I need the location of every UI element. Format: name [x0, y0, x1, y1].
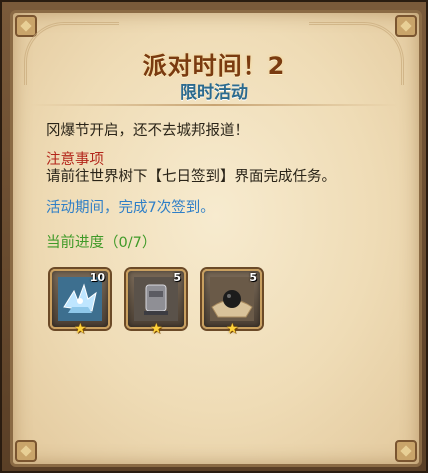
corner-ornament-icon [395, 15, 417, 37]
corner-ornament-icon [15, 15, 37, 37]
event-period-text: 活动期间，完成7次签到。 [46, 200, 215, 216]
black-orb-icon [210, 277, 254, 321]
intro-text: 冈爆节开启，还不去城邦报道！ [46, 123, 249, 139]
title-divider [30, 104, 398, 106]
star-icon: ★ [226, 321, 239, 337]
star-icon: ★ [150, 321, 163, 337]
reward-slot[interactable]: 5 ★ [202, 269, 262, 337]
anvil-canister-icon [134, 277, 178, 321]
notice-text: 请前往世界树下【七日签到】界面完成任务。 [46, 169, 336, 185]
star-icon: ★ [74, 321, 87, 337]
reward-count: 5 [249, 271, 257, 284]
corner-ornament-icon [15, 440, 37, 462]
reward-slot[interactable]: 5 ★ [126, 269, 186, 337]
progress-text: 当前进度（0/7） [46, 235, 157, 251]
event-title: 派对时间！2 [142, 52, 286, 80]
reward-slot[interactable]: 10 ★ [50, 269, 110, 337]
reward-count: 5 [173, 271, 181, 284]
reward-count: 10 [89, 271, 105, 284]
event-subtitle: 限时活动 [180, 83, 248, 103]
corner-ornament-icon [395, 440, 417, 462]
